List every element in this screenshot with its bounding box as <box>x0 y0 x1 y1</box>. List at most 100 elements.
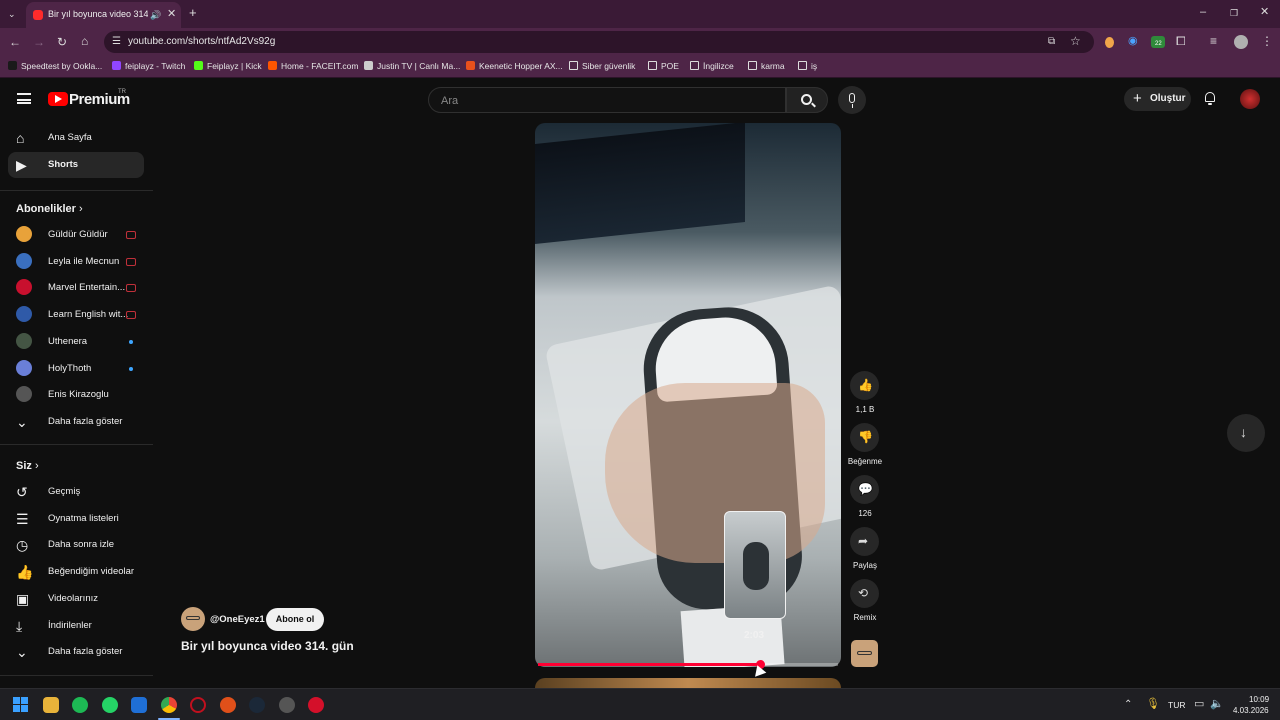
sidebar-item[interactable]: ◷ Daha sonra izle <box>8 532 144 558</box>
sidebar-item[interactable]: ⌂ Ana Sayfa <box>8 125 144 151</box>
audio-playing-icon[interactable]: 🔊 <box>150 9 161 21</box>
close-window-icon[interactable]: ✕ <box>1260 6 1269 18</box>
subscription-item[interactable]: Enis Kirazoglu <box>8 382 144 408</box>
subscription-item[interactable]: HolyThoth <box>8 356 144 382</box>
liked-icon: 👍 <box>16 564 34 581</box>
red-app-icon[interactable] <box>308 697 324 713</box>
create-button[interactable]: + Oluştur <box>1124 87 1191 111</box>
subscription-item[interactable]: Marvel Entertain... <box>8 275 144 301</box>
windows-start-icon[interactable] <box>13 697 29 713</box>
bookmark-item[interactable]: Siber güvenlik <box>569 61 635 71</box>
extensions-icon[interactable]: ⧠ <box>1176 35 1186 47</box>
remix-button[interactable]: ⟲ <box>850 579 879 608</box>
channel-handle[interactable]: @OneEyez1 <box>210 614 265 625</box>
bookmark-item[interactable]: Home - FACEIT.com <box>268 61 358 71</box>
bookmark-star-icon[interactable]: ☆ <box>1070 35 1081 47</box>
scrub-preview-time: 2:03 <box>744 630 765 641</box>
bookmark-item[interactable]: Feiplayz | Kick <box>194 61 262 71</box>
chrome-icon[interactable] <box>161 697 177 713</box>
minimize-icon[interactable]: – <box>1200 6 1206 18</box>
media-control-icon[interactable]: ≡ <box>1210 35 1217 47</box>
tray-chevron-icon[interactable]: ⌃ <box>1124 699 1132 711</box>
profile-avatar[interactable] <box>1234 35 1248 49</box>
bookmark-item[interactable]: Keenetic Hopper AX... <box>466 61 563 71</box>
tray-mic-icon[interactable]: 🎙 <box>1146 698 1160 710</box>
extension-icon[interactable] <box>1105 37 1114 48</box>
sidebar-item[interactable]: ⤓ İndirilenler <box>8 613 144 639</box>
subscriptions-heading[interactable]: Abonelikler › <box>16 203 83 215</box>
sidebar-item[interactable]: ▣ Videolarınız <box>8 586 144 612</box>
search-input[interactable]: Ara <box>428 87 786 113</box>
whatsapp-icon[interactable] <box>102 697 118 713</box>
progress-bar[interactable] <box>538 660 838 669</box>
share-button[interactable]: ➦ <box>850 527 879 556</box>
subscription-item[interactable]: Leyla ile Mecnun <box>8 249 144 275</box>
sidebar-item[interactable]: 👍 Beğendiğim videolar <box>8 559 144 585</box>
search-placeholder: Ara <box>441 95 459 107</box>
extension-badge-icon[interactable]: 22 <box>1151 36 1165 48</box>
browser-tab[interactable]: Bir yıl boyunca video 314. g 🔊 ✕ <box>26 2 181 28</box>
file-explorer-icon[interactable] <box>43 697 59 713</box>
live-indicator-icon <box>126 311 136 320</box>
opera-gx-icon[interactable] <box>190 697 206 713</box>
app-icon[interactable] <box>279 697 295 713</box>
account-avatar[interactable] <box>1240 89 1260 109</box>
subscribe-button[interactable]: Abone ol <box>266 608 324 631</box>
channel-avatar[interactable] <box>181 607 205 631</box>
back-icon[interactable]: ← <box>9 36 21 48</box>
tab-list-icon[interactable]: ⌄ <box>8 8 16 20</box>
subscription-item[interactable]: Uthenera <box>8 329 144 355</box>
input-language[interactable]: TUR <box>1168 700 1185 710</box>
spotify-icon[interactable] <box>72 697 88 713</box>
sidebar-item[interactable]: ⌄ Daha fazla göster <box>8 639 144 665</box>
sidebar-item[interactable]: ☰ Oynatma listeleri <box>8 506 144 532</box>
clock-date[interactable]: 4.03.2026 <box>1233 706 1269 715</box>
volume-icon[interactable]: 🔈 <box>1210 698 1224 710</box>
bookmark-favicon-icon <box>466 61 475 70</box>
like-button[interactable]: 👍 <box>850 371 879 400</box>
bookmark-item[interactable]: feiplayz - Twitch <box>112 61 185 71</box>
restore-icon[interactable]: ❐ <box>1230 7 1238 19</box>
bookmark-item[interactable]: Speedtest by Ookla... <box>8 61 102 71</box>
reload-icon[interactable]: ↻ <box>57 36 67 48</box>
subscription-item[interactable]: Güldür Güldür <box>8 222 144 248</box>
blue-app-icon[interactable] <box>131 697 147 713</box>
sidebar-item[interactable]: ↺ Geçmiş <box>8 479 144 505</box>
clock-time[interactable]: 10:09 <box>1249 695 1269 704</box>
subscription-item[interactable]: Learn English wit... <box>8 302 144 328</box>
dislike-button[interactable]: 👎 <box>850 423 879 452</box>
youtube-logo-icon[interactable] <box>48 92 68 106</box>
channel-avatar <box>16 332 32 349</box>
new-tab-icon[interactable]: + <box>189 6 197 19</box>
sound-thumbnail[interactable] <box>851 640 878 667</box>
bookmark-item[interactable]: POE <box>648 61 679 71</box>
home-icon[interactable]: ⌂ <box>81 35 88 47</box>
comments-button[interactable]: 💬 <box>850 475 879 504</box>
progress-fill <box>538 663 760 666</box>
bookmark-item[interactable]: karma <box>748 61 785 71</box>
orange-app-icon[interactable] <box>220 697 236 713</box>
short-video-player[interactable] <box>535 123 841 667</box>
next-short-button[interactable]: ↓ <box>1227 414 1265 452</box>
forward-icon[interactable]: → <box>33 36 45 48</box>
voice-search-button[interactable] <box>838 86 866 114</box>
search-button[interactable] <box>786 87 828 113</box>
bookmark-item[interactable]: Justin TV | Canlı Ma... <box>364 61 460 71</box>
notifications-bell-icon[interactable] <box>1203 91 1217 105</box>
bookmark-item[interactable]: İngilizce <box>690 61 734 71</box>
bookmark-label: Justin TV | Canlı Ma... <box>377 61 461 71</box>
install-app-icon[interactable]: ⧉ <box>1048 36 1055 48</box>
address-bar[interactable]: ☰ youtube.com/shorts/ntfAd2Vs92g ⧉ ☆ <box>104 31 1094 53</box>
sidebar-item[interactable]: ⌄ Daha fazla göster <box>8 409 144 435</box>
site-info-icon[interactable]: ☰ <box>112 36 121 48</box>
hamburger-menu-icon[interactable] <box>17 93 31 104</box>
browser-menu-icon[interactable]: ⋮ <box>1261 35 1273 47</box>
live-indicator-icon <box>126 284 136 293</box>
sidebar-item[interactable]: ▶ Shorts <box>8 152 144 178</box>
close-tab-icon[interactable]: ✕ <box>167 8 176 20</box>
display-icon[interactable]: ▭ <box>1194 698 1204 710</box>
you-heading[interactable]: Siz › <box>16 460 39 472</box>
bookmark-item[interactable]: iş <box>798 61 817 71</box>
extension-audio-icon[interactable]: ◉ <box>1128 35 1138 47</box>
steam-icon[interactable] <box>249 697 265 713</box>
